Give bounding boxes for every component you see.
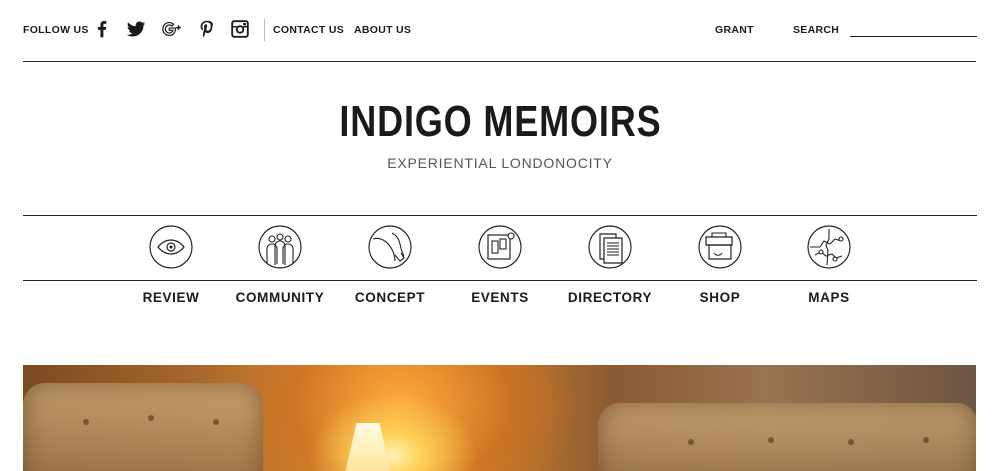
nav-item-concept[interactable]: CONCEPT <box>335 225 445 305</box>
eye-icon <box>149 225 193 269</box>
nav-label-maps: MAPS <box>808 290 850 305</box>
nav-label-events: EVENTS <box>471 290 529 305</box>
follow-us-label: FOLLOW US <box>23 24 89 36</box>
site-logo[interactable]: INDIGO MEMOIRS <box>339 96 661 148</box>
nav-item-shop[interactable]: SHOP <box>665 225 775 305</box>
lamp <box>345 423 391 471</box>
nav-item-directory[interactable]: DIRECTORY <box>555 225 665 305</box>
nav-label-review: REVIEW <box>142 290 200 305</box>
grant-link[interactable]: GRANT <box>715 24 754 36</box>
search-label: SEARCH <box>793 24 840 36</box>
header-divider <box>264 19 265 41</box>
site-tagline: EXPERIENTIAL LONDONOCITY <box>387 155 613 171</box>
nav-item-maps[interactable]: MAPS <box>774 225 884 305</box>
search-input[interactable] <box>850 36 977 37</box>
google-plus-icon[interactable] <box>161 18 183 40</box>
sofa-right <box>598 403 976 471</box>
nav-label-shop: SHOP <box>699 290 741 305</box>
nav-label-concept: CONCEPT <box>354 290 426 305</box>
directory-icon <box>588 225 632 269</box>
contact-us-link[interactable]: CONTACT US <box>273 24 344 36</box>
nav-label-directory: DIRECTORY <box>567 290 653 305</box>
top-bar: FOLLOW US CONTACT US ABOUT US GRANT SEAR… <box>23 0 977 62</box>
nav-item-events[interactable]: EVENTS <box>445 225 555 305</box>
concept-icon <box>368 225 412 269</box>
instagram-icon[interactable] <box>229 18 251 40</box>
facebook-icon[interactable] <box>91 18 113 40</box>
nav-item-community[interactable]: COMMUNITY <box>225 225 335 305</box>
nav-label-community: COMMUNITY <box>235 290 325 305</box>
twitter-icon[interactable] <box>125 18 147 40</box>
nav-bottom-rule <box>23 280 977 281</box>
brand: INDIGO MEMOIRS <box>0 96 1000 148</box>
shopping-bag-icon <box>698 225 742 269</box>
hero-image <box>23 365 976 471</box>
map-icon <box>807 225 851 269</box>
nav-item-review[interactable]: REVIEW <box>116 225 226 305</box>
about-us-link[interactable]: ABOUT US <box>354 24 411 36</box>
sofa-left <box>23 383 263 471</box>
pinterest-icon[interactable] <box>196 18 218 40</box>
nav-top-rule <box>23 215 977 216</box>
calendar-icon <box>478 225 522 269</box>
people-icon <box>258 225 302 269</box>
